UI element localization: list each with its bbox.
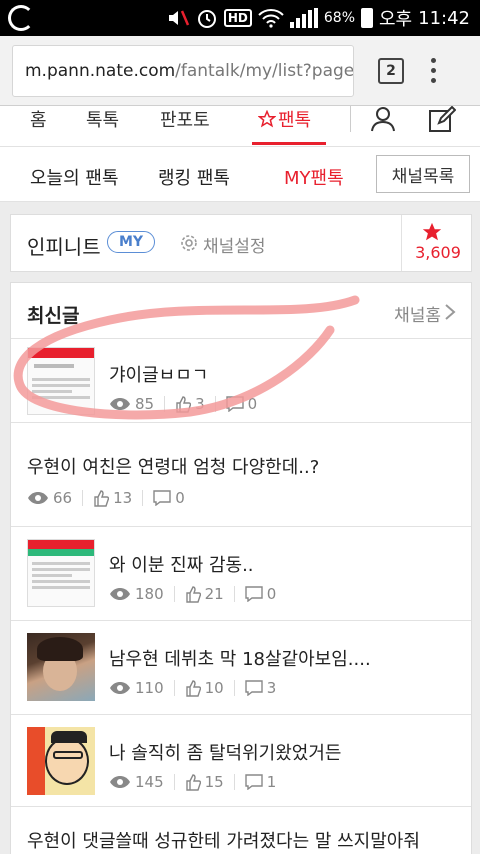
post-title[interactable]: 갸이글ㅂㅁㄱ (109, 361, 208, 387)
url-path: /fantalk/my/list?page= (175, 60, 354, 81)
post-meta: 110 10 3 (109, 679, 276, 697)
thumbs-up-icon (185, 680, 201, 697)
app-logo-icon (8, 5, 34, 31)
comment-icon (153, 490, 171, 506)
comment-count: 0 (175, 489, 185, 507)
comment-icon (225, 396, 244, 412)
alarm-icon (197, 10, 216, 28)
active-tab-underline (252, 142, 326, 145)
like-count: 13 (113, 489, 133, 507)
channel-settings-link[interactable]: 채널설정 (203, 232, 266, 257)
post-meta: 66 13 0 (27, 489, 185, 507)
like-count: 15 (204, 773, 224, 791)
nav-fantalk-label: 팬톡 (278, 110, 312, 131)
url-bar[interactable]: m.pann.nate.com/fantalk/my/list?page= (12, 44, 354, 97)
view-count: 145 (135, 773, 164, 791)
eye-icon (110, 588, 130, 600)
nav-home[interactable]: 홈 (30, 106, 47, 132)
screenshot-thumb (27, 539, 95, 607)
list-title: 최신글 (27, 305, 80, 327)
tab-my-fantalk[interactable]: MY팬톡 (284, 164, 344, 190)
my-badge: MY (107, 231, 155, 253)
nav-panphoto[interactable]: 판포토 (160, 106, 210, 132)
list-item[interactable]: 우현이 여친은 연령대 엄청 다양한데..? 66 13 0 (11, 423, 471, 527)
post-title[interactable]: 나 솔직히 좀 탈덕위기왔었거든 (109, 739, 341, 765)
thumbs-up-icon (185, 774, 201, 791)
screenshot-thumb (27, 347, 95, 415)
like-count: 10 (204, 679, 224, 697)
browser-toolbar: m.pann.nate.com/fantalk/my/list?page= 2 (0, 36, 480, 106)
tab-today-fantalk[interactable]: 오늘의 팬톡 (30, 164, 119, 190)
comment-count: 1 (266, 773, 277, 791)
sub-nav: 오늘의 팬톡 랭킹 팬톡 MY팬톡 채널목록 (0, 146, 480, 202)
list-header: 최신글 채널홈 (11, 283, 471, 339)
thumbs-up-icon (94, 490, 110, 507)
star-icon[interactable] (421, 221, 443, 243)
clock: 11:42 (418, 7, 470, 29)
card-divider (401, 215, 402, 271)
status-bar: HD 68% 오후 11:42 (0, 0, 480, 36)
list-item[interactable]: 남우현 데뷔초 막 18살같아보임.... 110 10 3 (11, 621, 471, 715)
comment-icon (245, 774, 263, 790)
post-title[interactable]: 남우현 데뷔초 막 18살같아보임.... (109, 645, 371, 671)
nav-divider (350, 106, 351, 132)
wifi-icon (258, 9, 284, 28)
comment-count: 0 (247, 395, 258, 413)
channel-list-button[interactable]: 채널목록 (376, 155, 470, 193)
thumbs-up-icon (185, 586, 201, 603)
photo-thumb (27, 633, 95, 701)
person-icon[interactable] (370, 106, 396, 132)
hd-icon: HD (223, 9, 252, 27)
top-nav: 홈 톡톡 판포토 팬톡 (0, 106, 480, 146)
thumbs-up-icon (176, 396, 192, 413)
mute-icon (168, 10, 190, 26)
nav-fantalk[interactable]: 팬톡 (258, 106, 311, 132)
post-meta: 145 15 1 (109, 773, 276, 791)
channel-home-link[interactable]: 채널홈 (394, 301, 441, 326)
tab-ranking-fantalk[interactable]: 랭킹 팬톡 (158, 164, 230, 190)
nav-toktok[interactable]: 톡톡 (86, 106, 119, 132)
battery-percent: 68% (323, 10, 355, 26)
view-count: 180 (135, 585, 164, 603)
eye-icon (110, 776, 130, 788)
like-count: 21 (204, 585, 224, 603)
eye-icon (110, 682, 130, 694)
eye-icon (28, 492, 48, 504)
like-count: 3 (195, 395, 205, 413)
post-meta: 180 21 0 (109, 585, 276, 603)
post-meta: 85 3 0 (109, 395, 257, 413)
list-item[interactable]: 나 솔직히 좀 탈덕위기왔었거든 145 15 1 (11, 715, 471, 807)
compose-icon[interactable] (428, 106, 456, 134)
channel-name[interactable]: 인피니트 (27, 231, 101, 260)
battery-icon (361, 8, 373, 28)
list-item[interactable]: 갸이글ㅂㅁㄱ 85 3 0 (11, 339, 471, 423)
star-outline-icon (258, 110, 276, 128)
post-title[interactable]: 우현이 여친은 연령대 엄청 다양한데..? (27, 453, 319, 479)
comment-icon (245, 680, 263, 696)
channel-card: 인피니트 MY 채널설정 3,609 (10, 214, 472, 272)
latest-posts-card: 최신글 채널홈 갸이글ㅂㅁㄱ 85 3 0 우현이 여친은 연령대 엄청 다양한… (10, 282, 472, 854)
post-title[interactable]: 와 이분 진짜 감동.. (109, 551, 254, 577)
comment-count: 3 (266, 679, 277, 697)
comment-icon (245, 586, 263, 602)
overflow-menu-icon[interactable] (428, 58, 438, 83)
view-count: 66 (53, 489, 73, 507)
view-count: 110 (135, 679, 164, 697)
chevron-right-icon[interactable] (443, 303, 457, 321)
list-item[interactable]: 와 이분 진짜 감동.. 180 21 0 (11, 527, 471, 621)
tab-switcher-button[interactable]: 2 (378, 57, 404, 84)
star-count: 3,609 (415, 243, 461, 262)
signal-icon (289, 8, 318, 28)
cartoon-thumb (27, 727, 95, 795)
list-item[interactable]: 우현이 댓글쓸때 성규한테 가려졌다는 말 쓰지말아줘 (11, 807, 471, 854)
ampm: 오후 (379, 9, 413, 30)
eye-icon (110, 398, 130, 410)
comment-count: 0 (266, 585, 277, 603)
post-title[interactable]: 우현이 댓글쓸때 성규한테 가려졌다는 말 쓰지말아줘 (27, 827, 420, 853)
view-count: 85 (135, 395, 155, 413)
gear-icon[interactable] (179, 233, 199, 253)
url-host: m.pann.nate.com (25, 60, 176, 81)
